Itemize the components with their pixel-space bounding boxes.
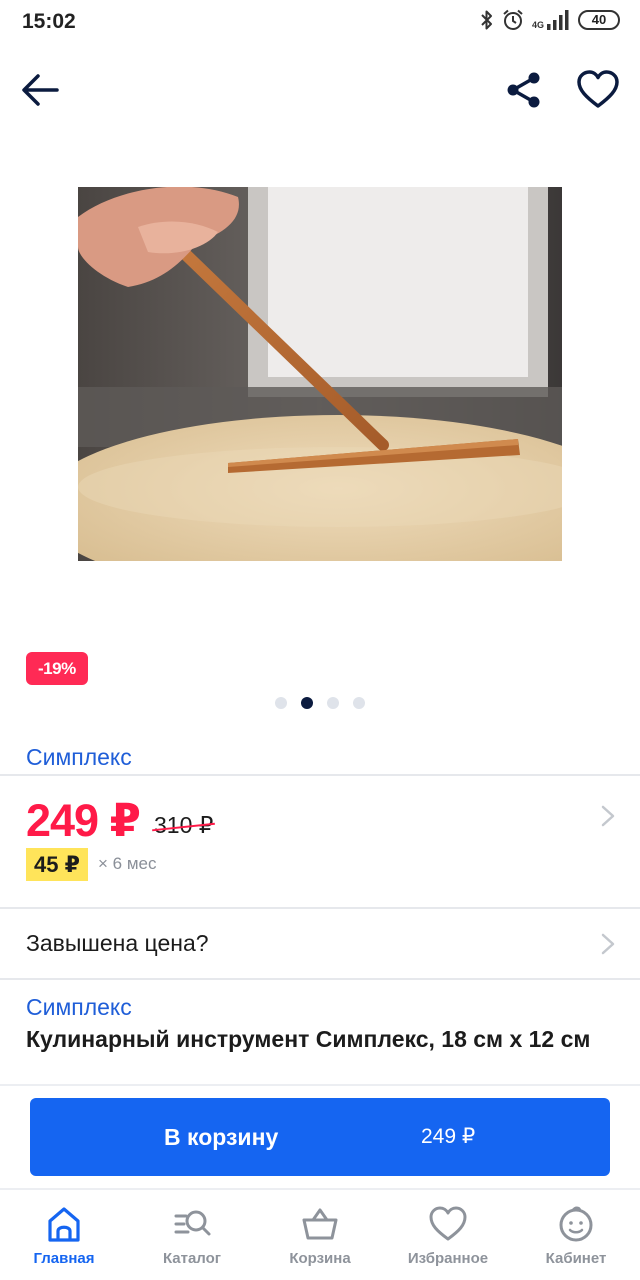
nav-label-cart: Корзина (289, 1250, 351, 1267)
network-label: 4G (531, 20, 544, 30)
status-bar: 15:02 4G 40 (0, 0, 640, 44)
pagination-dot-active[interactable] (301, 697, 313, 709)
brand-link[interactable]: Симплекс (26, 744, 132, 771)
buy-panel: В корзину 249 ₽ (0, 1084, 640, 1188)
product-image[interactable] (78, 187, 562, 561)
installment-term: × 6 мес (98, 854, 157, 873)
pagination-dot[interactable] (353, 697, 365, 709)
installment-amount: 45 ₽ (26, 848, 88, 881)
gallery-pagination (0, 697, 640, 709)
alarm-icon (503, 9, 523, 30)
nav-item-catalog[interactable]: Каталог (128, 1190, 256, 1280)
pagination-dot[interactable] (275, 697, 287, 709)
brand-link-secondary[interactable]: Симплекс (26, 994, 132, 1021)
bottom-navigation: Главная Каталог Корзина Избранное Кабине… (0, 1188, 640, 1280)
pagination-dot[interactable] (327, 697, 339, 709)
status-icons: 4G 40 (480, 9, 620, 31)
nav-item-cart[interactable]: Корзина (256, 1190, 384, 1280)
signal-icon: 4G (532, 10, 570, 30)
price-too-high-row[interactable]: Завышена цена? (0, 910, 640, 978)
add-to-cart-label: В корзину (164, 1124, 279, 1150)
price-question-label: Завышена цена? (26, 930, 209, 956)
divider (0, 978, 640, 980)
nav-label-favorites: Избранное (407, 1250, 489, 1267)
bluetooth-icon (481, 10, 492, 30)
top-action-bar (0, 60, 640, 124)
divider (0, 774, 640, 776)
share-button[interactable] (498, 64, 550, 116)
nav-label-catalog: Каталог (162, 1250, 222, 1267)
nav-item-profile[interactable]: Кабинет (512, 1190, 640, 1280)
chevron-right-icon (601, 933, 615, 955)
old-price: 310 ₽ (152, 812, 216, 839)
add-to-cart-button[interactable]: В корзину 249 ₽ (30, 1098, 610, 1176)
divider (0, 907, 640, 909)
status-time: 15:02 (22, 10, 76, 33)
catalog-search-icon (174, 1210, 211, 1236)
basket-icon (302, 1208, 338, 1240)
favorite-button[interactable] (572, 64, 624, 116)
battery-icon: 40 (578, 10, 620, 30)
share-icon (507, 72, 540, 108)
product-title: Кулинарный инструмент Симплекс, 18 см x … (26, 1026, 591, 1052)
back-button[interactable] (14, 64, 66, 116)
nav-label-profile: Кабинет (545, 1250, 607, 1267)
product-photo-illustration (78, 187, 562, 561)
home-icon (48, 1207, 80, 1242)
profile-face-icon (559, 1206, 593, 1242)
current-price: 249 ₽ (26, 795, 141, 846)
arrow-left-icon (22, 74, 59, 106)
discount-badge: -19% (26, 652, 88, 685)
price-block[interactable]: 249 ₽ 310 ₽ 45 ₽ × 6 мес (0, 778, 640, 906)
nav-label-home: Главная (33, 1250, 95, 1267)
heart-outline-icon (577, 70, 619, 108)
heart-icon (429, 1206, 467, 1241)
add-to-cart-price: 249 ₽ (421, 1125, 476, 1148)
nav-item-home[interactable]: Главная (0, 1190, 128, 1280)
nav-item-favorites[interactable]: Избранное (384, 1190, 512, 1280)
chevron-right-icon (601, 805, 615, 827)
